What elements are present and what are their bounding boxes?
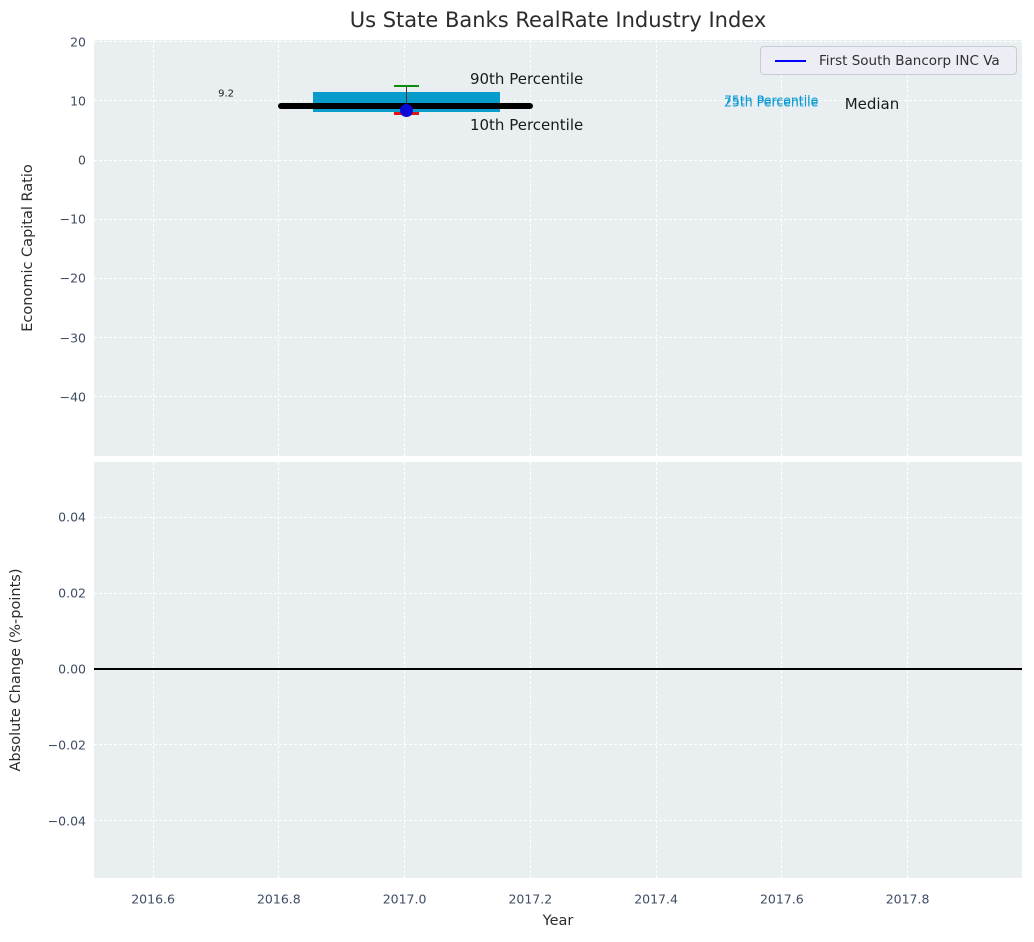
x-gridline — [656, 40, 657, 456]
bottom-axes — [94, 462, 1022, 878]
y-tick-label: 20 — [70, 34, 86, 49]
y-tick-label: 10 — [70, 93, 86, 108]
x-tick-label: 2017.8 — [886, 892, 930, 907]
company-value-marker — [400, 104, 413, 117]
y-gridline — [94, 337, 1022, 338]
x-axis-label: Year — [543, 913, 574, 929]
y-gridline — [94, 278, 1022, 279]
y-tick-label: −30 — [60, 330, 86, 345]
top-axes: 9.290th Percentile10th Percentile75th Pe… — [94, 40, 1022, 456]
y-gridline — [94, 517, 1022, 518]
y-gridline — [94, 820, 1022, 821]
y-tick-label: 0 — [78, 153, 86, 168]
y-tick-label: −20 — [60, 271, 86, 286]
x-tick-label: 2016.6 — [131, 892, 175, 907]
annotation-p25-label: 25th Percentile — [724, 95, 818, 110]
chart-title: Us State Banks RealRate Industry Index — [350, 8, 767, 32]
x-gridline — [907, 40, 908, 456]
annotation-p10-label: 10th Percentile — [470, 116, 583, 134]
annotation-median-value: 9.2 — [218, 89, 234, 100]
y-tick-label: 0.04 — [58, 510, 86, 525]
x-tick-label: 2017.4 — [634, 892, 678, 907]
zero-line — [94, 668, 1022, 670]
annotation-p90-label: 90th Percentile — [470, 70, 583, 88]
legend: First South Bancorp INC Va — [760, 46, 1017, 75]
y-tick-label: −10 — [60, 212, 86, 227]
x-tick-label: 2016.8 — [257, 892, 301, 907]
annotation-median-label: Median — [845, 95, 900, 113]
x-tick-label: 2017.0 — [383, 892, 427, 907]
x-gridline — [153, 40, 154, 456]
y-gridline — [94, 41, 1022, 42]
y-tick-label: 0.00 — [58, 662, 86, 677]
y-gridline — [94, 744, 1022, 745]
y-tick-label: 0.02 — [58, 586, 86, 601]
y-gridline — [94, 593, 1022, 594]
legend-series-label: First South Bancorp INC Va — [819, 53, 1000, 69]
y-gridline — [94, 219, 1022, 220]
top-y-axis-label: Economic Capital Ratio — [20, 164, 36, 331]
legend-line-sample — [775, 60, 806, 62]
bottom-y-axis-label: Absolute Change (%-points) — [8, 569, 24, 772]
y-tick-label: −40 — [60, 389, 86, 404]
x-tick-label: 2017.6 — [760, 892, 804, 907]
y-tick-label: −0.04 — [48, 813, 86, 828]
x-tick-label: 2017.2 — [508, 892, 552, 907]
y-gridline — [94, 396, 1022, 397]
figure: Us State Banks RealRate Industry Index 9… — [0, 0, 1034, 942]
y-tick-label: −0.02 — [48, 737, 86, 752]
p90-cap — [394, 85, 419, 88]
y-gridline — [94, 160, 1022, 161]
